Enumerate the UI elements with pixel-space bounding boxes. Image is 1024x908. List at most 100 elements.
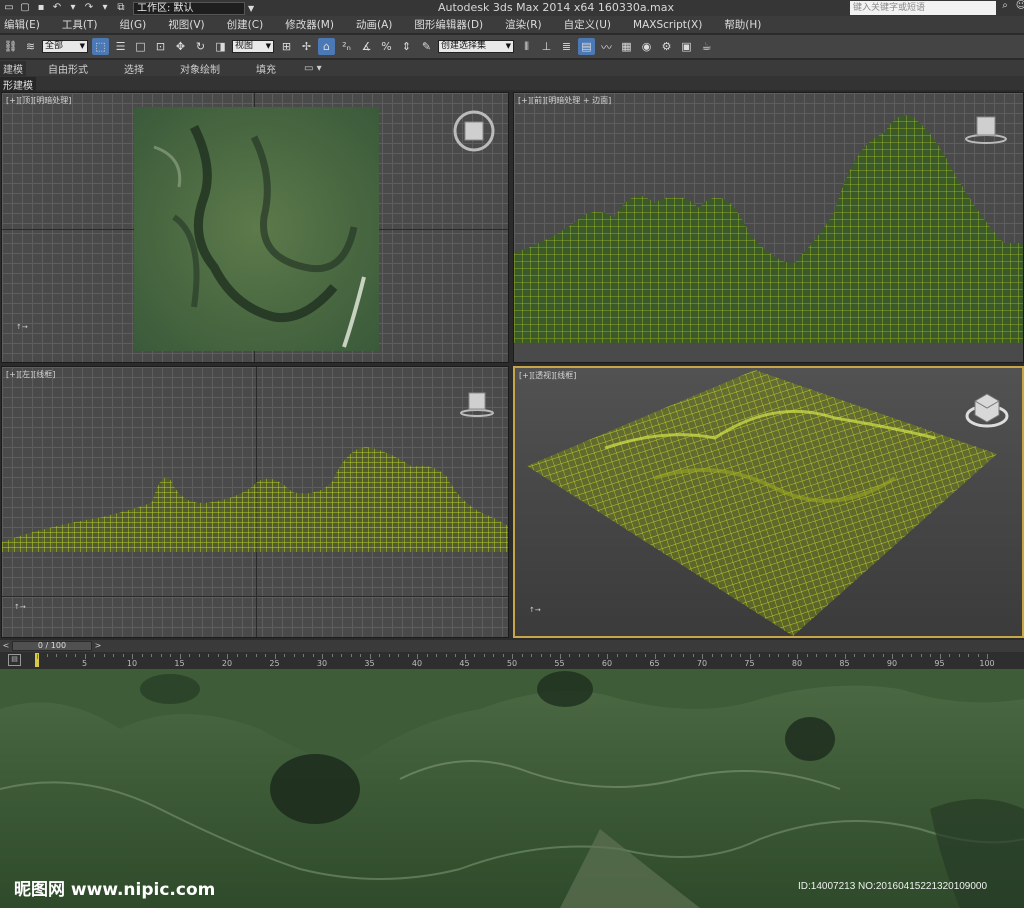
tab-populate[interactable]: 填充 — [256, 61, 276, 76]
viewport-top[interactable]: [+][顶][明暗处理] ↑→ — [1, 92, 509, 363]
percent-snap-icon[interactable]: % — [378, 38, 395, 55]
undo-icon[interactable]: ↶ — [51, 2, 63, 14]
scale-icon[interactable]: ◨ — [212, 38, 229, 55]
render-production-icon[interactable]: ☕ — [698, 38, 715, 55]
track-tick — [787, 654, 789, 657]
prev-frame-icon[interactable]: < — [1, 640, 11, 651]
rendered-frame-icon[interactable]: ▣ — [678, 38, 695, 55]
track-tick-label: 30 — [316, 659, 328, 668]
track-tick-label: 100 — [979, 659, 995, 668]
viewcube-perspective-icon[interactable] — [963, 388, 1011, 432]
mini-curve-editor-icon[interactable]: ▤ — [8, 654, 21, 666]
schematic-view-icon[interactable]: ▦ — [618, 38, 635, 55]
viewcube-left-icon[interactable] — [457, 389, 497, 419]
terrain-left-mesh — [2, 447, 508, 552]
select-manipulate-icon[interactable]: ✢ — [298, 38, 315, 55]
link-icon[interactable]: ⛓ — [2, 38, 19, 55]
viewport-left[interactable]: [+][左][线框] ↑→ — [1, 366, 509, 638]
menu-tools[interactable]: 工具(T) — [62, 17, 98, 32]
menu-group[interactable]: 组(G) — [119, 17, 146, 32]
tab-object-paint[interactable]: 对象绘制 — [180, 61, 220, 76]
scene-explorer-icon[interactable]: ▤ — [578, 38, 595, 55]
snap-toggle-icon[interactable]: ²ₙ — [338, 38, 355, 55]
user-icon[interactable]: ☺ — [1015, 0, 1024, 12]
next-frame-icon[interactable]: > — [93, 640, 103, 651]
menu-edit[interactable]: 编辑(E) — [4, 17, 40, 32]
render-setup-icon[interactable]: ⚙ — [658, 38, 675, 55]
binoculars-icon[interactable]: ⌕ — [999, 0, 1011, 12]
menu-views[interactable]: 视图(V) — [168, 17, 204, 32]
menu-customize[interactable]: 自定义(U) — [564, 17, 611, 32]
viewcube-front-icon[interactable] — [962, 111, 1010, 147]
open-file-icon[interactable]: ▢ — [19, 2, 31, 14]
track-tick — [911, 654, 912, 657]
selection-filter-dropdown[interactable]: 全部 — [42, 40, 88, 53]
align-icon[interactable]: ⊥ — [538, 38, 555, 55]
menu-create[interactable]: 创建(C) — [227, 17, 264, 32]
track-tick-label: 15 — [174, 659, 185, 668]
undo-dropdown-icon[interactable]: ▾ — [67, 2, 79, 14]
angle-snap-icon[interactable]: ∡ — [358, 38, 375, 55]
track-tick — [293, 654, 295, 657]
track-tick-label: 35 — [364, 659, 375, 668]
terrain-front-mesh — [514, 115, 1023, 362]
track-bar[interactable]: ▤ 5 10 15 20 25 30 35 40 45 50 55 60 65 70 75 80 85 90 95 1… — [0, 652, 1024, 669]
move-icon[interactable]: ✥ — [172, 38, 189, 55]
viewport-front[interactable]: [+][前][明暗处理 + 边面] — [513, 92, 1024, 363]
track-tick — [531, 654, 532, 657]
window-crossing-icon[interactable]: ⊡ — [152, 38, 169, 55]
ribbon-tabs: 建模 自由形式 选择 对象绘制 填充 ▭ ▾ — [0, 60, 1024, 76]
edit-named-selection-icon[interactable]: ✎ — [418, 38, 435, 55]
workspace-dropdown[interactable]: 工作区: 默认 — [133, 1, 245, 15]
workspace-caret-icon[interactable]: ▼ — [248, 4, 254, 13]
search-input[interactable]: 键入关键字或短语 — [850, 1, 996, 15]
ref-coord-dropdown[interactable]: 视图 — [232, 40, 274, 53]
spinner-snap-icon[interactable]: ⇕ — [398, 38, 415, 55]
track-tick — [968, 654, 969, 657]
keyboard-shortcut-icon[interactable]: ⌂ — [318, 38, 335, 55]
track-tick-label: 75 — [744, 659, 755, 668]
redo-dropdown-icon[interactable]: ▾ — [99, 2, 111, 14]
layer-manager-icon[interactable]: ≣ — [558, 38, 575, 55]
ribbon-panel-label: 形建模 — [0, 77, 36, 92]
select-object-icon[interactable]: ⬚ — [92, 38, 109, 55]
project-folder-icon[interactable]: ⧉ — [115, 2, 127, 14]
time-slider[interactable]: < 0 / 100 > — [0, 640, 1024, 652]
track-tick — [920, 654, 922, 657]
track-tick — [379, 654, 380, 657]
redo-icon[interactable]: ↷ — [83, 2, 95, 14]
new-file-icon[interactable]: ▭ — [3, 2, 15, 14]
menu-graph-editors[interactable]: 图形编辑器(D) — [414, 17, 483, 32]
viewport-perspective[interactable]: [+][透视][线框] ↑→ — [513, 366, 1024, 638]
menu-modifiers[interactable]: 修改器(M) — [285, 17, 334, 32]
viewport-top-label[interactable]: [+][顶][明暗处理] — [6, 95, 71, 106]
tab-freeform[interactable]: 自由形式 — [48, 61, 88, 76]
pivot-center-icon[interactable]: ⊞ — [278, 38, 295, 55]
menu-rendering[interactable]: 渲染(R) — [505, 17, 542, 32]
material-editor-icon[interactable]: ◉ — [638, 38, 655, 55]
viewcube-icon[interactable] — [452, 109, 496, 153]
track-tick — [151, 654, 152, 657]
track-tick — [778, 654, 779, 657]
tab-modeling[interactable]: 建模 — [0, 60, 26, 76]
track-tick — [958, 654, 960, 657]
mirror-icon[interactable]: ⫴ — [518, 38, 535, 55]
menu-maxscript[interactable]: MAXScript(X) — [633, 19, 702, 31]
track-tick-label: 60 — [601, 659, 613, 668]
terrain-perspective-mesh — [527, 370, 997, 636]
rotate-icon[interactable]: ↻ — [192, 38, 209, 55]
track-tick-label: 90 — [886, 659, 898, 668]
time-slider-handle[interactable]: 0 / 100 — [12, 641, 92, 651]
track-tick — [635, 654, 637, 657]
curve-editor-icon[interactable]: 〰 — [598, 38, 615, 55]
rect-selection-icon[interactable]: □ — [132, 38, 149, 55]
select-by-name-icon[interactable]: ☰ — [112, 38, 129, 55]
unlink-icon[interactable]: ≋ — [22, 38, 39, 55]
tab-selection[interactable]: 选择 — [124, 61, 144, 76]
ribbon-options-icon[interactable]: ▭ ▾ — [304, 63, 322, 74]
track-tick — [949, 654, 950, 657]
menu-help[interactable]: 帮助(H) — [724, 17, 761, 32]
save-icon[interactable]: ▪ — [35, 2, 47, 14]
menu-animation[interactable]: 动画(A) — [356, 17, 392, 32]
named-selection-dropdown[interactable]: 创建选择集 — [438, 40, 514, 53]
